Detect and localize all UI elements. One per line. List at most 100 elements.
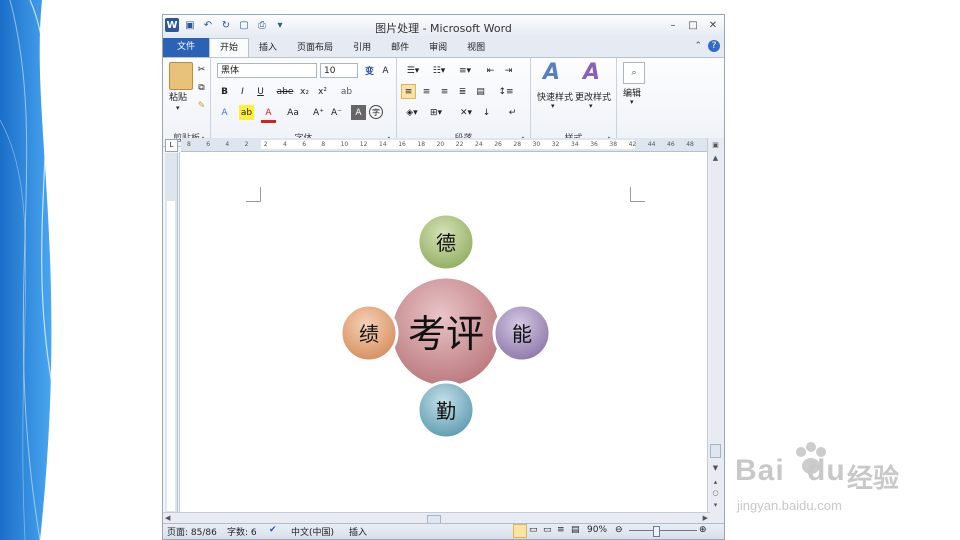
web-layout-view-icon[interactable]: ▭ [543, 525, 552, 535]
ruler-tick-label: 4 [225, 141, 230, 148]
strikethrough-button[interactable]: abe [275, 84, 295, 99]
paste-button[interactable]: 粘贴 [169, 90, 187, 103]
character-shading-icon[interactable]: A [351, 105, 366, 120]
decrease-indent-icon[interactable]: ⇤ [483, 63, 498, 78]
justify-icon[interactable]: ≣ [455, 84, 470, 99]
scroll-right-icon[interactable]: ▶ [703, 514, 708, 522]
tab-view[interactable]: 视图 [457, 39, 495, 57]
ruler-tick-label: 30 [532, 141, 541, 148]
browse-object-icon[interactable]: ○ [710, 489, 721, 497]
ruler-tick-label: 4 [283, 141, 287, 148]
ruler-tick-label: 32 [551, 141, 560, 148]
grow-font-button[interactable]: A⁺ [311, 105, 326, 120]
next-page-icon[interactable]: ▾ [710, 501, 721, 509]
tab-file[interactable]: 文件 [163, 38, 210, 57]
full-screen-view-icon[interactable]: ▭ [529, 525, 538, 535]
ruler-tick-label: 6 [206, 141, 211, 148]
vertical-ruler[interactable] [165, 153, 178, 523]
chinese-layout-icon[interactable]: ✕▾ [455, 105, 477, 120]
zoom-level[interactable]: 90% [587, 525, 607, 535]
change-styles-button[interactable]: 更改样式 [575, 90, 611, 103]
language-status[interactable]: 中文(中国) [291, 525, 334, 538]
paste-icon[interactable] [169, 62, 193, 90]
numbering-icon[interactable]: ☷▾ [427, 63, 451, 78]
ruler-tick-label: 26 [494, 141, 502, 148]
change-styles-dropdown-icon[interactable]: ▾ [589, 102, 593, 110]
zoom-slider[interactable] [629, 530, 697, 531]
superscript-button[interactable]: x² [315, 84, 330, 99]
text-effects-icon[interactable]: A [217, 105, 232, 120]
page-count-status[interactable]: 页面: 85/86 [167, 525, 217, 538]
format-painter-icon[interactable]: ✎ [194, 98, 209, 113]
enclose-characters-icon[interactable]: 字 [369, 105, 383, 119]
multilevel-list-icon[interactable]: ≡▾ [453, 63, 477, 78]
bold-button[interactable]: B [217, 84, 232, 99]
word-window: W ▣ ↶ ↻ ▢ ⎙ ▾ 图片处理 - Microsoft Word – □ … [162, 14, 725, 540]
tab-review[interactable]: 审阅 [419, 39, 457, 57]
word-count-status[interactable]: 字数: 6 [227, 525, 257, 538]
increase-indent-icon[interactable]: ⇥ [501, 63, 516, 78]
align-right-icon[interactable]: ≡ [437, 84, 452, 99]
font-size-combo[interactable]: 10 [320, 63, 358, 78]
outline-view-icon[interactable]: ≡ [557, 525, 565, 535]
help-icon[interactable]: ? [708, 40, 720, 52]
show-marks-icon[interactable]: ↵ [505, 105, 520, 120]
shrink-font-button[interactable]: A⁻ [329, 105, 344, 120]
minimize-button[interactable]: – [666, 18, 680, 32]
tab-insert[interactable]: 插入 [249, 39, 287, 57]
quick-styles-dropdown-icon[interactable]: ▾ [551, 102, 555, 110]
ruler-toggle-icon[interactable]: ▣ [710, 141, 721, 149]
document-page[interactable]: 考评 德 能 勤 绩 [179, 152, 707, 524]
draft-view-icon[interactable]: ▤ [571, 525, 580, 535]
scroll-down-icon[interactable]: ▼ [710, 464, 721, 472]
find-icon[interactable]: ⌕ [623, 62, 645, 84]
smartart-diagram[interactable]: 考评 德 能 勤 绩 [180, 152, 707, 524]
highlight-icon[interactable]: ab [239, 105, 254, 120]
quick-styles-icon[interactable]: A [543, 60, 560, 85]
proofing-icon[interactable]: ✔ [269, 525, 277, 535]
font-color-icon[interactable]: A [261, 105, 276, 123]
subscript-button[interactable]: x₂ [297, 84, 312, 99]
bullets-icon[interactable]: ☰▾ [401, 63, 425, 78]
scroll-left-icon[interactable]: ◀ [165, 514, 170, 522]
zoom-slider-thumb[interactable] [653, 526, 660, 537]
styles-group: A A 快速样式 更改样式 ▾ ▾ 样式 ⬊ [531, 58, 617, 146]
borders-icon[interactable]: ⊞▾ [425, 105, 447, 120]
change-styles-icon[interactable]: A [583, 60, 600, 85]
print-layout-view-icon[interactable] [513, 524, 527, 538]
sort-icon[interactable]: ↓ [479, 105, 494, 120]
zoom-in-button[interactable]: ⊕ [699, 525, 707, 535]
shading-icon[interactable]: ◈▾ [401, 105, 423, 120]
tab-references[interactable]: 引用 [343, 39, 381, 57]
vertical-scrollbar[interactable]: ▣ ▲ ▼ ▴ ○ ▾ [707, 138, 724, 531]
close-button[interactable]: ✕ [706, 18, 720, 32]
tab-home[interactable]: 开始 [209, 38, 250, 57]
tab-mailings[interactable]: 邮件 [381, 39, 419, 57]
change-case-icon[interactable]: 变 [362, 63, 377, 78]
previous-page-icon[interactable]: ▴ [710, 478, 721, 486]
horizontal-ruler[interactable]: 8 6 4 2 2 4 6 8 10 12 14 16 18 20 22 24 26 28 30 32 34 36 38 42… [181, 138, 717, 152]
insert-mode-status[interactable]: 插入 [349, 525, 367, 538]
change-case-button[interactable]: Aa [283, 105, 303, 120]
scroll-up-icon[interactable]: ▲ [710, 154, 721, 162]
editing-dropdown-icon[interactable]: ▾ [630, 98, 634, 106]
tab-selector-button[interactable]: L [165, 139, 178, 152]
cut-icon[interactable]: ✂ [194, 62, 209, 77]
tab-page-layout[interactable]: 页面布局 [287, 39, 343, 57]
italic-button[interactable]: I [235, 84, 250, 99]
paste-dropdown-icon[interactable]: ▾ [176, 104, 180, 112]
align-center-icon[interactable]: ≡ [419, 84, 434, 99]
zoom-out-button[interactable]: ⊖ [615, 525, 623, 535]
phonetic-guide-icon[interactable]: ab [339, 84, 354, 99]
align-left-icon[interactable]: ≡ [401, 84, 416, 99]
line-spacing-icon[interactable]: ↕≡ [495, 84, 517, 99]
vertical-scroll-thumb[interactable] [710, 444, 721, 458]
underline-button[interactable]: U [253, 84, 268, 99]
clear-format-icon[interactable]: A [378, 63, 393, 78]
distributed-icon[interactable]: ▤ [473, 84, 488, 99]
minimize-ribbon-icon[interactable]: ⌃ [694, 41, 702, 51]
quick-styles-button[interactable]: 快速样式 [537, 90, 573, 103]
maximize-button[interactable]: □ [686, 18, 700, 32]
font-name-combo[interactable]: 黑体 [217, 63, 317, 78]
copy-icon[interactable]: ⧉ [194, 80, 209, 95]
